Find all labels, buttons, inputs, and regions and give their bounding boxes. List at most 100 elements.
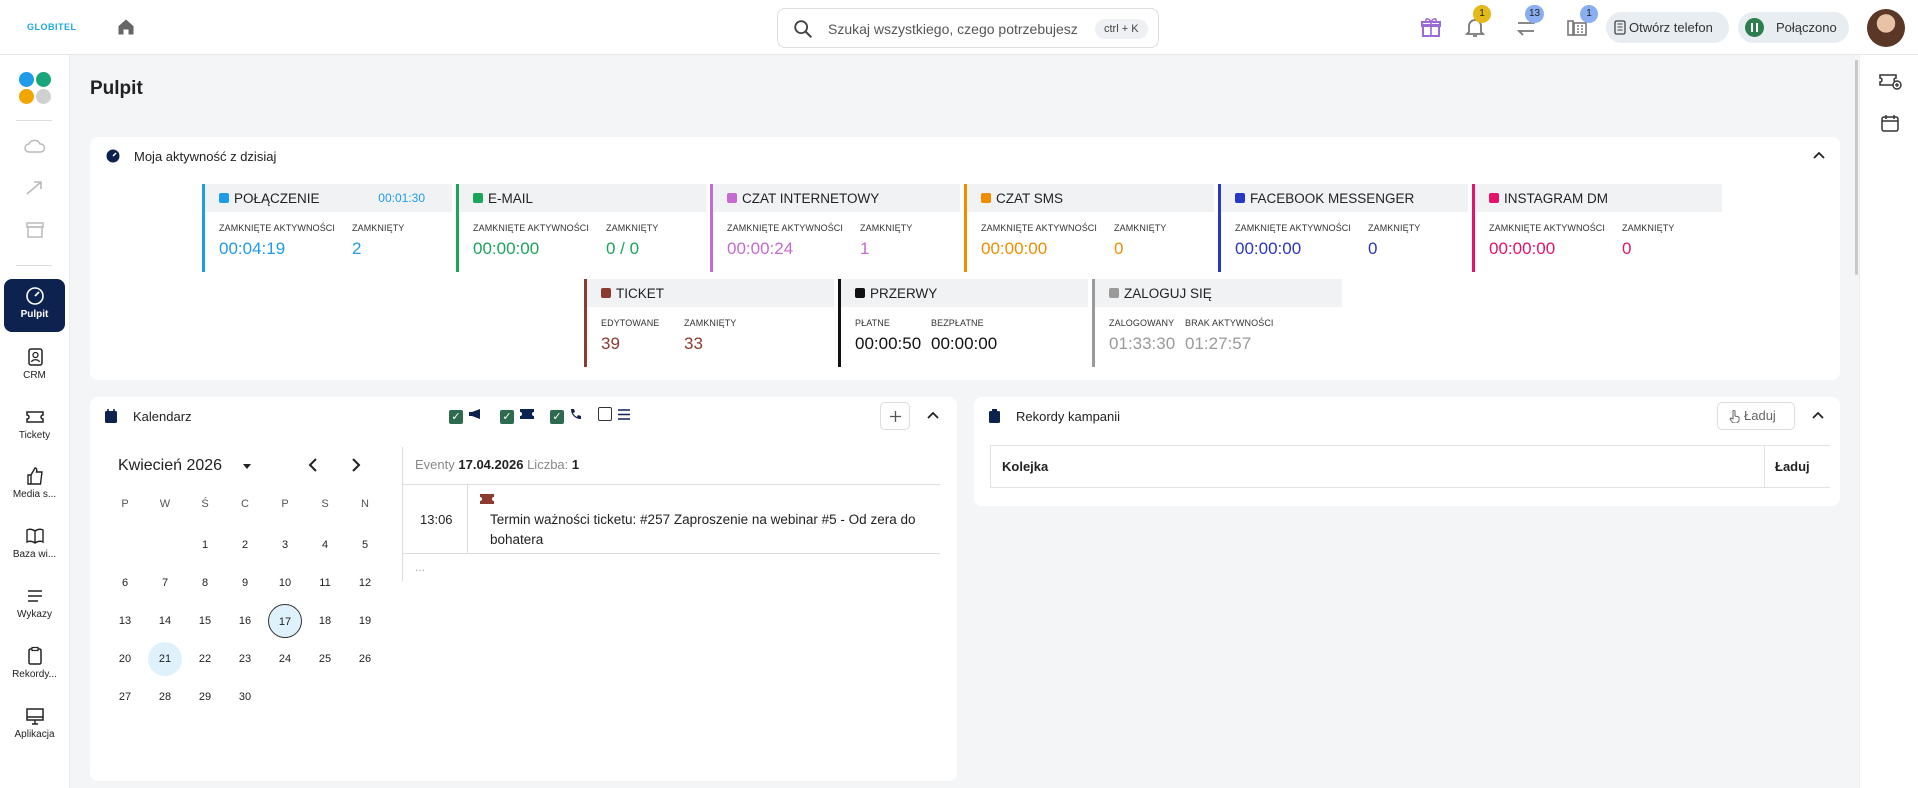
search-box[interactable]: Szukaj wszystkiego, czego potrzebujesz c… bbox=[777, 8, 1159, 48]
calendar-day[interactable]: 19 bbox=[348, 604, 382, 638]
activity-label: EDYTOWANE bbox=[601, 318, 660, 328]
weekday-label: S bbox=[321, 498, 329, 510]
activity-tile-header: CZAT INTERNETOWY bbox=[713, 184, 960, 212]
calendar-day[interactable]: 30 bbox=[228, 680, 262, 714]
calendar-day[interactable]: 17 bbox=[268, 604, 302, 638]
calendar-day[interactable]: 14 bbox=[148, 604, 182, 638]
activity-tile: CZAT SMS ZAMKNIĘTE AKTYWNOŚCI ZAMKNIĘTY 00:… bbox=[964, 184, 1214, 272]
filter-checkbox-calls-megaphone[interactable]: ✓ bbox=[449, 407, 463, 425]
activity-label: ZAMKNIĘTY bbox=[1368, 223, 1421, 233]
sidebar-item-knowledge-base[interactable]: Baza wi... bbox=[4, 526, 65, 560]
calendar-day[interactable]: 6 bbox=[108, 566, 142, 600]
add-ticket-icon[interactable] bbox=[1878, 71, 1902, 91]
clipboard-icon bbox=[989, 409, 1000, 423]
load-button[interactable]: Ładuj bbox=[1717, 402, 1795, 430]
calendar-day[interactable]: 7 bbox=[148, 566, 182, 600]
events-count-label: Liczba: bbox=[527, 457, 569, 472]
ticket-icon bbox=[520, 409, 534, 419]
activity-value: 2 bbox=[352, 239, 362, 258]
calendar-day[interactable]: 8 bbox=[188, 566, 222, 600]
chevron-up-icon[interactable] bbox=[1811, 408, 1825, 422]
calendar-day[interactable]: 12 bbox=[348, 566, 382, 600]
sidebar-item-crm[interactable]: CRM bbox=[4, 347, 65, 381]
sidebar-item-media[interactable]: Media s... bbox=[4, 466, 65, 500]
sidebar-item-pulpit[interactable]: Pulpit bbox=[4, 279, 65, 332]
event-item[interactable]: 13:06 Termin ważności ticketu: #257 Zapr… bbox=[402, 485, 940, 553]
calendar-icon[interactable] bbox=[1880, 113, 1900, 133]
phone-device-icon bbox=[1614, 20, 1626, 35]
calendar-day[interactable]: 25 bbox=[308, 642, 342, 676]
sidebar-item-label: Rekordy... bbox=[12, 669, 57, 680]
activity-label: PŁATNE bbox=[855, 318, 890, 328]
calendar-day[interactable]: 28 bbox=[148, 680, 182, 714]
chevron-up-icon[interactable] bbox=[926, 408, 940, 422]
sidebar-item-label: Pulpit bbox=[20, 309, 49, 320]
activity-value: 0 bbox=[1622, 239, 1632, 258]
clipboard-icon bbox=[27, 646, 42, 665]
weekday-label: P bbox=[281, 498, 289, 510]
list-icon bbox=[618, 409, 630, 420]
calendar-day[interactable]: 23 bbox=[228, 642, 262, 676]
calendar-day[interactable]: 24 bbox=[268, 642, 302, 676]
archive-icon[interactable] bbox=[24, 221, 46, 239]
apps-grid-icon[interactable] bbox=[19, 72, 53, 106]
next-month-icon[interactable] bbox=[347, 456, 363, 474]
calendar-day[interactable]: 5 bbox=[348, 528, 382, 562]
top-bar: GLOBITEL Szukaj wszystkiego, czego potrz… bbox=[0, 0, 1918, 55]
filter-checkbox-phone[interactable]: ✓ bbox=[550, 407, 564, 425]
calendar-day[interactable]: 21 bbox=[148, 642, 182, 676]
trend-arrow-icon[interactable] bbox=[24, 179, 46, 197]
calendar-day[interactable]: 22 bbox=[188, 642, 222, 676]
calendar-day[interactable]: 10 bbox=[268, 566, 302, 600]
calendar-day[interactable]: 16 bbox=[228, 604, 262, 638]
connection-status-button[interactable]: Połączono bbox=[1738, 12, 1849, 43]
search-placeholder: Szukaj wszystkiego, czego potrzebujesz bbox=[828, 21, 1078, 37]
campaign-table: Kolejka Ładuj bbox=[990, 445, 1830, 488]
sidebar-item-wykazy[interactable]: Wykazy bbox=[4, 586, 65, 620]
scrollbar[interactable] bbox=[1855, 60, 1858, 275]
month-dropdown-icon[interactable] bbox=[241, 460, 253, 472]
calendar-day[interactable]: 3 bbox=[268, 528, 302, 562]
calendar-day[interactable]: 27 bbox=[108, 680, 142, 714]
gift-icon[interactable] bbox=[1419, 15, 1443, 39]
activity-value: 00:00:00 bbox=[981, 239, 1048, 258]
calendar-day[interactable]: 15 bbox=[188, 604, 222, 638]
activity-label: BRAK AKTYWNOŚCI bbox=[1185, 318, 1274, 328]
sidebar-item-rekordy[interactable]: Rekordy... bbox=[4, 646, 65, 680]
thumbs-up-icon bbox=[26, 467, 43, 485]
calendar-day[interactable]: 4 bbox=[308, 528, 342, 562]
logo[interactable]: GLOBITEL bbox=[27, 22, 77, 32]
filter-checkbox-tickets[interactable]: ✓ bbox=[500, 407, 514, 425]
calendar-day[interactable]: 29 bbox=[188, 680, 222, 714]
dashboard-icon bbox=[25, 287, 44, 305]
calendar-day[interactable]: 9 bbox=[228, 566, 262, 600]
calendar-day[interactable]: 11 bbox=[308, 566, 342, 600]
calendar-day[interactable]: 13 bbox=[108, 604, 142, 638]
calendar-day[interactable]: 26 bbox=[348, 642, 382, 676]
gauge-icon bbox=[106, 149, 120, 163]
sidebar-item-aplikacja[interactable]: Aplikacja bbox=[4, 706, 65, 740]
avatar[interactable] bbox=[1867, 9, 1905, 47]
open-phone-button[interactable]: Otwórz telefon bbox=[1606, 12, 1729, 43]
sidebar-item-tickety[interactable]: Tickety bbox=[4, 407, 65, 441]
calendar-day[interactable]: 2 bbox=[228, 528, 262, 562]
chevron-up-icon[interactable] bbox=[1812, 148, 1826, 162]
calendar-day[interactable]: 20 bbox=[108, 642, 142, 676]
filter-checkbox-list[interactable] bbox=[598, 407, 612, 421]
add-event-button[interactable] bbox=[880, 402, 910, 430]
activity-tile: ZALOGUJ SIĘ ZALOGOWANY BRAK AKTYWNOŚCI 01:3… bbox=[1092, 279, 1342, 367]
home-icon[interactable] bbox=[116, 17, 136, 37]
calendar-day[interactable]: 18 bbox=[308, 604, 342, 638]
activity-tile-name: E-MAIL bbox=[488, 191, 534, 206]
event-time-divider bbox=[467, 485, 468, 553]
sidebar-item-label: Baza wi... bbox=[12, 549, 57, 560]
activity-tile: INSTAGRAM DM ZAMKNIĘTE AKTYWNOŚCI ZAMKNIĘT… bbox=[1472, 184, 1722, 272]
phone-icon bbox=[571, 409, 581, 419]
calendar-day[interactable]: 1 bbox=[188, 528, 222, 562]
prev-month-icon[interactable] bbox=[306, 456, 322, 474]
cloud-icon[interactable] bbox=[24, 137, 46, 155]
activity-label: ZAMKNIĘTY bbox=[684, 318, 737, 328]
activity-value: 00:00:00 bbox=[1235, 239, 1302, 258]
activity-tile: POŁĄCZENIE 00:01:30 ZAMKNIĘTE AKTYWNOŚCI ZA… bbox=[202, 184, 452, 272]
sidebar-divider bbox=[16, 265, 52, 266]
